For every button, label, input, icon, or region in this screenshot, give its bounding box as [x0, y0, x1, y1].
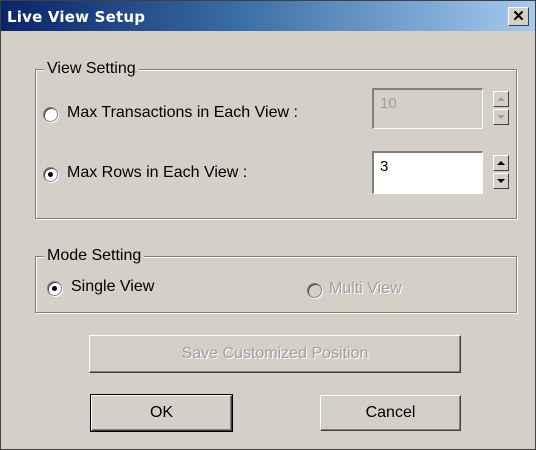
spin-up-icon[interactable] [493, 91, 509, 107]
max-rows-label: Max Rows in Each View : [67, 164, 248, 181]
multi-view-label: Multi View [329, 280, 402, 297]
view-setting-legend: View Setting [44, 60, 139, 78]
spin-up-icon[interactable] [493, 155, 509, 171]
close-button[interactable]: ✕ [508, 7, 529, 26]
radio-selected-dot [52, 286, 57, 291]
mode-setting-legend: Mode Setting [44, 247, 145, 265]
live-view-setup-dialog: Live View Setup ✕ View Setting Max Trans… [0, 0, 536, 450]
radio-selected-dot [48, 172, 53, 177]
single-view-radio[interactable] [47, 281, 62, 296]
max-rows-radio[interactable] [43, 167, 58, 182]
max-rows-spinner[interactable] [493, 155, 509, 195]
max-rows-input[interactable]: 3 [372, 151, 483, 194]
max-transactions-input[interactable]: 10 [372, 88, 483, 129]
cancel-button[interactable]: Cancel [320, 395, 461, 431]
single-view-label: Single View [71, 278, 155, 295]
save-customized-position-button[interactable]: Save Customized Position [89, 335, 461, 373]
title-bar[interactable]: Live View Setup ✕ [1, 1, 535, 31]
spin-down-icon[interactable] [493, 173, 509, 189]
max-transactions-label: Max Transactions in Each View : [67, 104, 298, 121]
max-transactions-spinner[interactable] [493, 91, 509, 131]
max-transactions-radio[interactable] [43, 107, 58, 122]
dialog-title: Live View Setup [7, 8, 146, 26]
spin-down-icon[interactable] [493, 109, 509, 125]
multi-view-radio[interactable] [307, 283, 322, 298]
close-icon: ✕ [512, 8, 525, 25]
ok-button[interactable]: OK [90, 394, 233, 432]
